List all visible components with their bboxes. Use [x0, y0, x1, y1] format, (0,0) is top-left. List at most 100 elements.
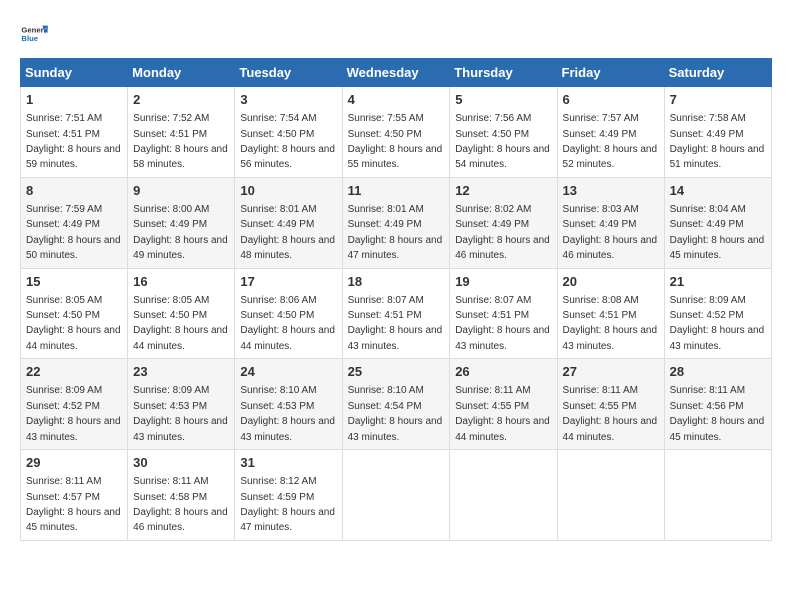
- sunset-text: Sunset: 4:52 PM: [26, 401, 100, 412]
- sunrise-text: Sunrise: 8:01 AM: [240, 204, 316, 215]
- column-header-sunday: Sunday: [21, 59, 128, 87]
- daylight-text: Daylight: 8 hours and 59 minutes.: [26, 144, 121, 170]
- sunrise-text: Sunrise: 8:11 AM: [563, 385, 638, 396]
- sunrise-text: Sunrise: 8:11 AM: [455, 385, 530, 396]
- sunset-text: Sunset: 4:53 PM: [133, 401, 207, 412]
- sunset-text: Sunset: 4:59 PM: [240, 492, 314, 503]
- sunset-text: Sunset: 4:49 PM: [26, 219, 100, 230]
- day-number: 22: [26, 363, 122, 381]
- sunset-text: Sunset: 4:51 PM: [455, 310, 529, 321]
- daylight-text: Daylight: 8 hours and 44 minutes.: [133, 325, 228, 351]
- sunset-text: Sunset: 4:49 PM: [563, 129, 637, 140]
- calendar-cell: 1Sunrise: 7:51 AMSunset: 4:51 PMDaylight…: [21, 87, 128, 178]
- day-number: 2: [133, 91, 229, 109]
- calendar-cell: [450, 450, 557, 541]
- sunset-text: Sunset: 4:49 PM: [240, 219, 314, 230]
- calendar-cell: [342, 450, 450, 541]
- calendar-cell: 27Sunrise: 8:11 AMSunset: 4:55 PMDayligh…: [557, 359, 664, 450]
- calendar-cell: 9Sunrise: 8:00 AMSunset: 4:49 PMDaylight…: [128, 177, 235, 268]
- week-row-1: 1Sunrise: 7:51 AMSunset: 4:51 PMDaylight…: [21, 87, 772, 178]
- daylight-text: Daylight: 8 hours and 43 minutes.: [133, 416, 228, 442]
- day-number: 14: [670, 182, 766, 200]
- calendar-cell: 22 Sunrise: 8:09 AM Sunset: 4:52 PM Dayligh…: [21, 359, 128, 450]
- calendar-cell: 13Sunrise: 8:03 AMSunset: 4:49 PMDayligh…: [557, 177, 664, 268]
- calendar-cell: 11Sunrise: 8:01 AMSunset: 4:49 PMDayligh…: [342, 177, 450, 268]
- calendar-cell: 10Sunrise: 8:01 AMSunset: 4:49 PMDayligh…: [235, 177, 342, 268]
- day-number: 29: [26, 454, 122, 472]
- sunrise-text: Sunrise: 8:08 AM: [563, 295, 639, 306]
- day-number: 11: [348, 182, 445, 200]
- daylight-text: Daylight: 8 hours and 43 minutes.: [240, 416, 335, 442]
- calendar-cell: 4Sunrise: 7:55 AMSunset: 4:50 PMDaylight…: [342, 87, 450, 178]
- calendar-cell: 19Sunrise: 8:07 AMSunset: 4:51 PMDayligh…: [450, 268, 557, 359]
- daylight-text: Daylight: 8 hours and 47 minutes.: [348, 235, 443, 261]
- daylight-text: Daylight: 8 hours and 44 minutes.: [455, 416, 550, 442]
- sunrise-text: Sunrise: 8:07 AM: [455, 295, 531, 306]
- sunrise-text: Sunrise: 8:06 AM: [240, 295, 316, 306]
- sunrise-text: Sunrise: 7:52 AM: [133, 113, 209, 124]
- week-row-2: 8Sunrise: 7:59 AMSunset: 4:49 PMDaylight…: [21, 177, 772, 268]
- calendar-cell: 3Sunrise: 7:54 AMSunset: 4:50 PMDaylight…: [235, 87, 342, 178]
- daylight-text: Daylight: 8 hours and 44 minutes.: [563, 416, 658, 442]
- sunrise-text: Sunrise: 8:10 AM: [240, 385, 316, 396]
- calendar-cell: 2 Sunrise: 7:52 AM Sunset: 4:51 PM Daylight…: [128, 87, 235, 178]
- calendar-cell: 5Sunrise: 7:56 AMSunset: 4:50 PMDaylight…: [450, 87, 557, 178]
- week-row-5: 29Sunrise: 8:11 AMSunset: 4:57 PMDayligh…: [21, 450, 772, 541]
- sunset-text: Sunset: 4:49 PM: [670, 129, 744, 140]
- calendar-table: SundayMondayTuesdayWednesdayThursdayFrid…: [20, 58, 772, 541]
- sunset-text: Sunset: 4:53 PM: [240, 401, 314, 412]
- column-header-tuesday: Tuesday: [235, 59, 342, 87]
- sunset-text: Sunset: 4:55 PM: [455, 401, 529, 412]
- sunset-text: Sunset: 4:50 PM: [455, 129, 529, 140]
- day-number: 12: [455, 182, 551, 200]
- sunset-text: Sunset: 4:50 PM: [240, 310, 314, 321]
- day-number: 28: [670, 363, 766, 381]
- daylight-text: Daylight: 8 hours and 45 minutes.: [670, 416, 765, 442]
- calendar-cell: 7Sunrise: 7:58 AMSunset: 4:49 PMDaylight…: [664, 87, 771, 178]
- sunset-text: Sunset: 4:55 PM: [563, 401, 637, 412]
- sunrise-text: Sunrise: 8:04 AM: [670, 204, 746, 215]
- daylight-text: Daylight: 8 hours and 43 minutes.: [348, 325, 443, 351]
- sunrise-text: Sunrise: 8:10 AM: [348, 385, 424, 396]
- sunset-text: Sunset: 4:58 PM: [133, 492, 207, 503]
- daylight-text: Daylight: 8 hours and 43 minutes.: [670, 325, 765, 351]
- daylight-text: Daylight: 8 hours and 43 minutes.: [26, 416, 121, 442]
- sunrise-text: Sunrise: 8:00 AM: [133, 204, 209, 215]
- calendar-cell: [557, 450, 664, 541]
- sunset-text: Sunset: 4:50 PM: [240, 129, 314, 140]
- calendar-cell: 6Sunrise: 7:57 AMSunset: 4:49 PMDaylight…: [557, 87, 664, 178]
- daylight-text: Daylight: 8 hours and 45 minutes.: [670, 235, 765, 261]
- daylight-text: Daylight: 8 hours and 43 minutes.: [563, 325, 658, 351]
- column-header-saturday: Saturday: [664, 59, 771, 87]
- daylight-text: Daylight: 8 hours and 46 minutes.: [133, 507, 228, 533]
- sunset-text: Sunset: 4:49 PM: [133, 219, 207, 230]
- week-row-3: 15Sunrise: 8:05 AMSunset: 4:50 PMDayligh…: [21, 268, 772, 359]
- day-number: 7: [670, 91, 766, 109]
- sunrise-text: Sunrise: 8:11 AM: [26, 476, 101, 487]
- calendar-body: 1Sunrise: 7:51 AMSunset: 4:51 PMDaylight…: [21, 87, 772, 541]
- sunset-text: Sunset: 4:51 PM: [348, 310, 422, 321]
- sunrise-text: Sunrise: 7:51 AM: [26, 113, 102, 124]
- sunrise-text: Sunrise: 7:58 AM: [670, 113, 746, 124]
- day-number: 10: [240, 182, 336, 200]
- calendar-cell: 14Sunrise: 8:04 AMSunset: 4:49 PMDayligh…: [664, 177, 771, 268]
- column-header-wednesday: Wednesday: [342, 59, 450, 87]
- sunset-text: Sunset: 4:51 PM: [133, 129, 207, 140]
- daylight-text: Daylight: 8 hours and 50 minutes.: [26, 235, 121, 261]
- sunset-text: Sunset: 4:51 PM: [563, 310, 637, 321]
- sunrise-text: Sunrise: 8:07 AM: [348, 295, 424, 306]
- calendar-cell: 15Sunrise: 8:05 AMSunset: 4:50 PMDayligh…: [21, 268, 128, 359]
- daylight-text: Daylight: 8 hours and 55 minutes.: [348, 144, 443, 170]
- calendar-cell: 12Sunrise: 8:02 AMSunset: 4:49 PMDayligh…: [450, 177, 557, 268]
- sunrise-text: Sunrise: 8:09 AM: [26, 385, 102, 396]
- sunrise-text: Sunrise: 8:01 AM: [348, 204, 424, 215]
- sunset-text: Sunset: 4:50 PM: [133, 310, 207, 321]
- sunset-text: Sunset: 4:49 PM: [563, 219, 637, 230]
- sunrise-text: Sunrise: 8:09 AM: [133, 385, 209, 396]
- sunrise-text: Sunrise: 7:54 AM: [240, 113, 316, 124]
- day-number: 18: [348, 273, 445, 291]
- calendar-cell: 21Sunrise: 8:09 AMSunset: 4:52 PMDayligh…: [664, 268, 771, 359]
- daylight-text: Daylight: 8 hours and 58 minutes.: [133, 144, 228, 170]
- daylight-text: Daylight: 8 hours and 56 minutes.: [240, 144, 335, 170]
- sunrise-text: Sunrise: 8:11 AM: [670, 385, 745, 396]
